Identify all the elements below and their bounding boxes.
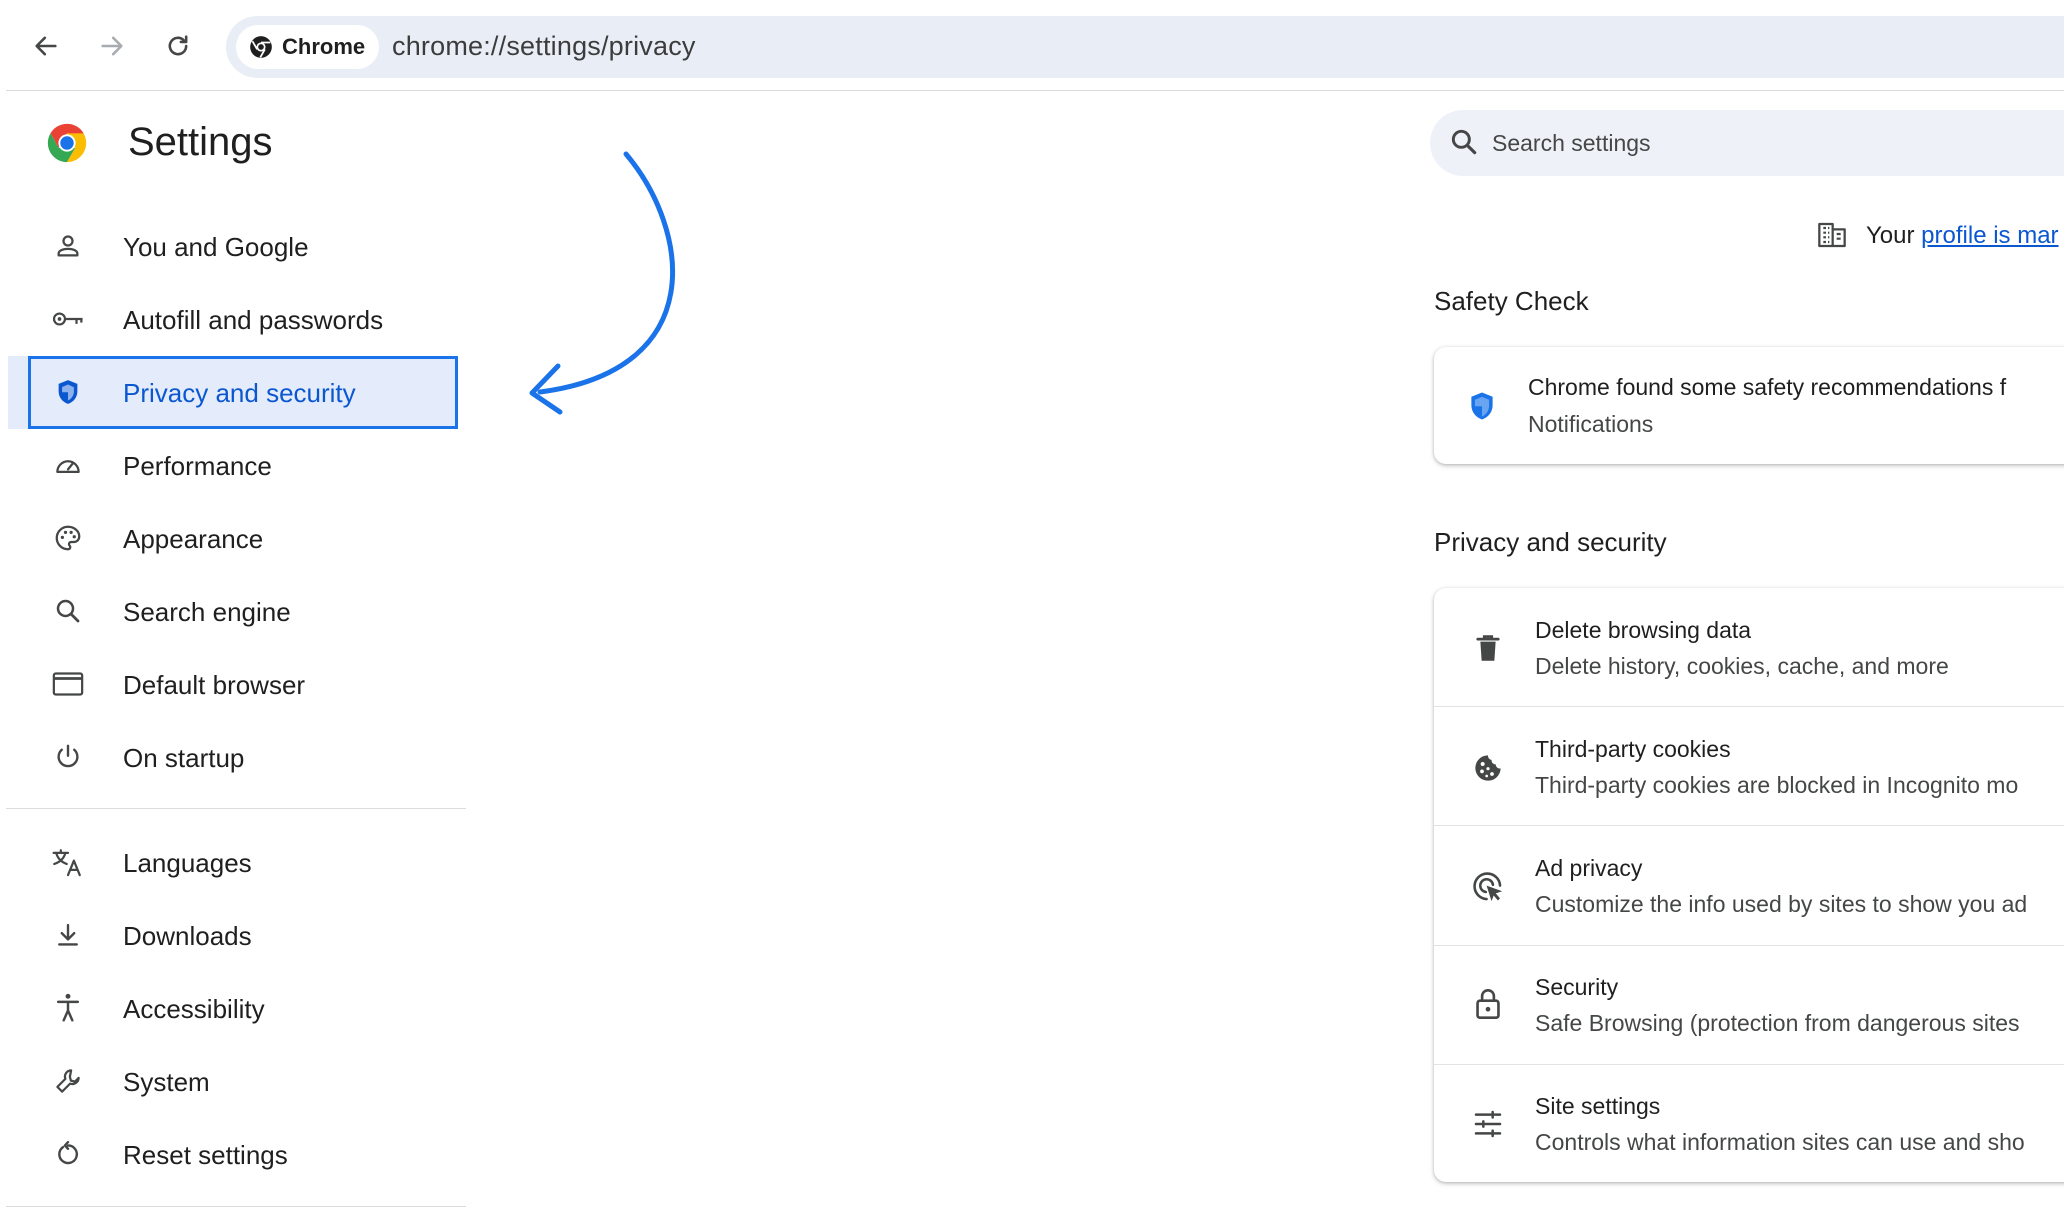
accessibility-icon <box>50 990 86 1026</box>
sidebar-item-downloads[interactable]: Downloads <box>28 899 458 972</box>
safety-check-subtitle: Notifications <box>1528 411 1654 437</box>
sidebar-item-label: Reset settings <box>123 1140 288 1170</box>
sidebar-item-system[interactable]: System <box>28 1045 458 1118</box>
sidebar-item-accessibility[interactable]: Accessibility <box>28 972 458 1045</box>
ad-privacy-subtitle: Customize the info used by sites to show… <box>1535 891 2028 917</box>
palette-icon <box>50 520 86 556</box>
privacy-section-heading: Privacy and security <box>1434 527 1667 557</box>
toolbar-divider <box>6 90 2064 91</box>
reload-button[interactable] <box>158 26 198 66</box>
wrench-icon <box>50 1063 86 1099</box>
safety-check-card[interactable] <box>1434 347 2064 464</box>
site-settings-title[interactable]: Site settings <box>1535 1093 1660 1120</box>
managed-profile-link[interactable]: profile is mar <box>1921 222 2058 249</box>
sidebar-divider <box>6 808 466 809</box>
browser-window-icon <box>50 666 86 702</box>
back-button[interactable] <box>26 26 66 66</box>
building-icon <box>1816 218 1848 250</box>
site-chip[interactable]: Chrome <box>236 25 380 69</box>
sidebar-item-search-engine[interactable]: Search engine <box>28 575 458 648</box>
sidebar-item-performance[interactable]: Performance <box>28 429 458 502</box>
sidebar-item-label: Downloads <box>123 921 252 951</box>
sidebar-item-label: Performance <box>123 451 272 481</box>
security-subtitle: Safe Browsing (protection from dangerous… <box>1535 1010 2020 1036</box>
row-divider <box>1434 825 2064 826</box>
delete-browsing-data-subtitle: Delete history, cookies, cache, and more <box>1535 653 1949 679</box>
trash-icon <box>1470 630 1506 666</box>
lock-icon <box>1470 986 1506 1022</box>
shield-icon <box>50 374 86 410</box>
sidebar-item-label: Appearance <box>123 524 264 554</box>
sidebar-item-default-browser[interactable]: Default browser <box>28 648 458 721</box>
managed-prefix: Your <box>1866 222 1915 249</box>
row-divider <box>1434 706 2064 707</box>
power-icon <box>50 739 86 775</box>
delete-browsing-data-title[interactable]: Delete browsing data <box>1535 617 1751 644</box>
selected-item-highlight <box>8 356 30 429</box>
browser-toolbar: Chrome chrome://settings/privacy <box>0 0 2064 92</box>
security-title[interactable]: Security <box>1535 974 1618 1001</box>
sidebar-item-label: Languages <box>123 848 252 878</box>
sidebar-divider <box>6 1206 466 1207</box>
sidebar-item-autofill[interactable]: Autofill and passwords <box>28 283 458 356</box>
key-icon <box>50 301 86 337</box>
annotation-arrow-icon <box>520 140 710 430</box>
third-party-cookies-subtitle: Third-party cookies are blocked in Incog… <box>1535 772 2019 798</box>
sidebar-item-label: Accessibility <box>123 994 265 1024</box>
row-divider <box>1434 945 2064 946</box>
sidebar-item-reset-settings[interactable]: Reset settings <box>28 1118 458 1191</box>
sidebar-item-label: On startup <box>123 743 245 773</box>
site-chip-label: Chrome <box>282 34 366 59</box>
sliders-icon <box>1470 1106 1506 1142</box>
managed-profile-notice: Your profile is mar <box>1866 222 2059 250</box>
safety-check-heading: Safety Check <box>1434 286 1589 316</box>
forward-button[interactable] <box>92 26 132 66</box>
search-input[interactable]: Search settings <box>1492 130 1651 157</box>
person-icon <box>50 228 86 264</box>
third-party-cookies-title[interactable]: Third-party cookies <box>1535 736 1731 763</box>
shield-icon <box>1464 388 1500 424</box>
sidebar-item-on-startup[interactable]: On startup <box>28 721 458 794</box>
sidebar-item-label: Default browser <box>123 670 306 700</box>
reset-icon <box>50 1136 86 1172</box>
sidebar-item-label: Privacy and security <box>123 378 356 408</box>
sidebar-item-label: You and Google <box>123 232 309 262</box>
ad-privacy-icon <box>1470 869 1506 905</box>
sidebar-item-languages[interactable]: Languages <box>28 826 458 899</box>
cookie-icon <box>1470 750 1506 786</box>
chrome-logo-icon <box>248 34 274 60</box>
url-text[interactable]: chrome://settings/privacy <box>392 31 696 62</box>
search-icon <box>1448 126 1480 158</box>
sidebar-item-label: Autofill and passwords <box>123 305 384 335</box>
search-icon <box>50 593 86 629</box>
sidebar-item-appearance[interactable]: Appearance <box>28 502 458 575</box>
speedometer-icon <box>50 447 86 483</box>
row-divider <box>1434 1064 2064 1065</box>
reload-icon <box>164 32 192 60</box>
sidebar-item-label: Search engine <box>123 597 291 627</box>
sidebar-item-you-and-google[interactable]: You and Google <box>28 210 458 283</box>
page-title: Settings <box>128 120 273 164</box>
site-settings-subtitle: Controls what information sites can use … <box>1535 1129 2025 1155</box>
chrome-logo-icon <box>44 120 90 166</box>
sidebar-item-label: System <box>123 1067 210 1097</box>
download-icon <box>50 917 86 953</box>
ad-privacy-title[interactable]: Ad privacy <box>1535 855 1642 882</box>
forward-arrow-icon <box>98 32 126 60</box>
back-arrow-icon <box>32 32 60 60</box>
sidebar-item-privacy-and-security[interactable]: Privacy and security <box>28 356 458 429</box>
translate-icon <box>50 844 86 880</box>
safety-check-title: Chrome found some safety recommendations… <box>1528 374 2007 400</box>
